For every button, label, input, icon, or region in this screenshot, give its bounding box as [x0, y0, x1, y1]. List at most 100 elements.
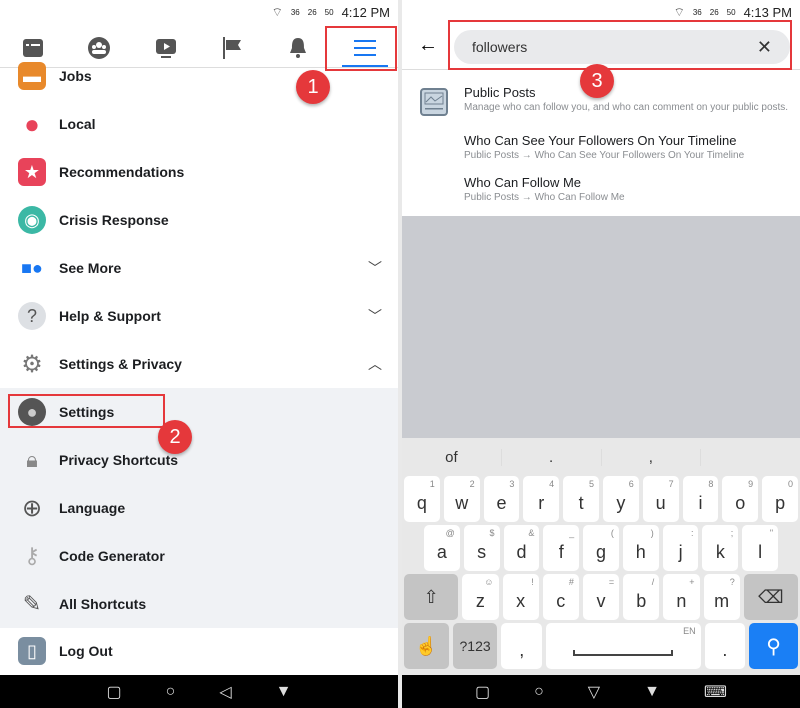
search-result[interactable]: Public Posts Manage who can follow you, a…	[464, 85, 788, 113]
key-b[interactable]: / b	[623, 574, 660, 620]
public-posts-icon	[420, 88, 448, 116]
comma-key[interactable]: ,	[501, 623, 543, 669]
key-p[interactable]: 0p	[762, 476, 798, 522]
key-row-1: 1q2w3e4r5t6y7u8i9o0p	[402, 476, 800, 522]
recents-icon[interactable]: ▢	[475, 682, 490, 702]
key-c[interactable]: # c	[542, 574, 579, 620]
space-bar-icon	[573, 650, 674, 656]
key-g[interactable]: (g	[583, 525, 619, 571]
key-n[interactable]: + n	[663, 574, 700, 620]
key-j[interactable]: :j	[662, 525, 699, 571]
back-icon[interactable]: ◁	[219, 682, 231, 702]
chevron-down-icon: ﹀	[368, 308, 382, 324]
result-subtitle: Public Posts → Who Can Follow Me	[464, 192, 625, 203]
annotation-badge-3: 3	[580, 64, 614, 98]
notification-down-icon[interactable]: ▼	[644, 683, 660, 701]
key-q[interactable]: 1q	[404, 476, 440, 522]
search-result[interactable]: Who Can See Your Followers On Your Timel…	[464, 133, 744, 161]
signal-1: 36	[290, 7, 300, 17]
keyboard-icon[interactable]: ⌨	[704, 682, 727, 702]
key-hint: +	[689, 577, 695, 587]
key-f[interactable]: _ f	[543, 525, 580, 571]
key-x[interactable]: ! x	[502, 574, 539, 620]
key-letter: f	[558, 541, 564, 562]
key-d[interactable]: & d	[503, 525, 540, 571]
backspace-key[interactable]: ⌫	[743, 574, 799, 620]
menu-item-see-more[interactable]: ■● See More ﹀	[0, 244, 398, 292]
menu-item-language[interactable]: ⊕ Language	[0, 484, 398, 532]
handwriting-key[interactable]: ☝	[404, 623, 449, 669]
key-letter: t	[578, 492, 584, 513]
key-hint: /	[651, 577, 655, 587]
key-r[interactable]: 4r	[523, 476, 560, 522]
suggestion[interactable]: of	[402, 448, 502, 466]
key-o[interactable]: 9o	[722, 476, 759, 522]
key-letter: y	[616, 492, 626, 513]
key-i[interactable]: 8i	[682, 476, 719, 522]
shift-key[interactable]: ⇧	[404, 574, 459, 620]
key-k[interactable]: ; k	[702, 525, 739, 571]
key-letter: e	[496, 492, 507, 513]
key-y[interactable]: 6y	[602, 476, 639, 522]
key-letter: a	[436, 541, 447, 562]
menu-item-recommendations[interactable]: ★ Recommendations	[0, 148, 398, 196]
home-icon[interactable]: ○	[166, 683, 176, 701]
key-letter: u	[655, 492, 666, 513]
symbols-key[interactable]: ?123	[452, 623, 498, 669]
menu-item-privacy-shortcuts[interactable]: 🔒︎ Privacy Shortcuts	[0, 436, 398, 484]
recents-icon[interactable]: ▢	[107, 682, 122, 702]
key-letter: z	[475, 590, 485, 611]
menu-item-log-out[interactable]: ▯ Log Out	[0, 627, 398, 675]
search-key[interactable]: ⚲	[749, 623, 799, 669]
key-hint: @	[445, 528, 455, 538]
key-hint: _	[569, 528, 575, 538]
key-letter: x	[516, 590, 526, 611]
menu-item-code-generator[interactable]: ⚷ Code Generator	[0, 532, 398, 580]
menu-item-help-support[interactable]: ? Help & Support ﹀	[0, 292, 398, 340]
signal-2: 26	[709, 7, 719, 17]
search-result[interactable]: Who Can Follow Me Public Posts → Who Can …	[464, 175, 625, 203]
back-icon[interactable]: ▽	[588, 682, 600, 702]
key-letter: w	[455, 492, 469, 513]
key-v[interactable]: = v	[582, 574, 620, 620]
home-icon[interactable]: ○	[534, 683, 544, 701]
key-a[interactable]: @ a	[424, 525, 460, 571]
key-z[interactable]: ☺ z	[462, 574, 499, 620]
menu-item-label: Jobs	[59, 68, 92, 84]
result-title: Who Can See Your Followers On Your Timel…	[464, 133, 737, 148]
key-hint: 9	[748, 479, 754, 489]
left-screen: ⌔ 36 26 50 4:12 PM ▬ Jobs ● Local ★ Recomme…	[0, 0, 398, 708]
menu-item-local[interactable]: ● Local	[0, 100, 398, 148]
suggestion[interactable]: .	[502, 448, 602, 466]
space-key[interactable]: EN	[546, 623, 701, 669]
menu-item-label: Recommendations	[59, 164, 185, 180]
back-arrow-icon[interactable]: ←	[418, 34, 438, 57]
key-t[interactable]: 5t	[563, 476, 599, 522]
key-l[interactable]: " l	[742, 525, 779, 571]
menu-item-label: Log Out	[59, 643, 113, 659]
menu-item-label: Help & Support	[59, 308, 161, 324]
key-e[interactable]: 3e	[483, 476, 520, 522]
signal-1: 36	[692, 7, 702, 17]
menu-item-all-shortcuts[interactable]: ✎ All Shortcuts	[0, 580, 398, 628]
key-icon: ⚷	[23, 543, 41, 568]
result-subtitle: Public Posts → Who Can See Your Follower…	[464, 150, 745, 161]
key-hint: ?	[729, 577, 735, 587]
key-hint: =	[608, 577, 615, 587]
key-hint: 7	[668, 479, 674, 489]
menu-item-crisis-response[interactable]: ◉ Crisis Response	[0, 196, 398, 244]
clock: 4:12 PM	[341, 4, 390, 20]
key-u[interactable]: 7u	[642, 476, 679, 522]
suggestion-bar: of . ,	[402, 438, 800, 476]
language-label: EN	[683, 626, 696, 636]
key-m[interactable]: ? m	[703, 574, 740, 620]
period-key[interactable]: .	[704, 623, 746, 669]
menu-item-settings-privacy[interactable]: ⚙ Settings & Privacy ︿	[0, 340, 398, 388]
notification-down-icon[interactable]: ▼	[276, 683, 292, 701]
keyboard: of . , 1q2w3e4r5t6y7u8i9o0p @ a $ s & d _ f(g) h…	[402, 438, 800, 675]
key-s[interactable]: $ s	[463, 525, 500, 571]
battery-level: 50	[324, 7, 334, 17]
key-h[interactable]: ) h	[622, 525, 659, 571]
suggestion[interactable]: ,	[602, 448, 702, 466]
key-w[interactable]: 2w	[443, 476, 480, 522]
